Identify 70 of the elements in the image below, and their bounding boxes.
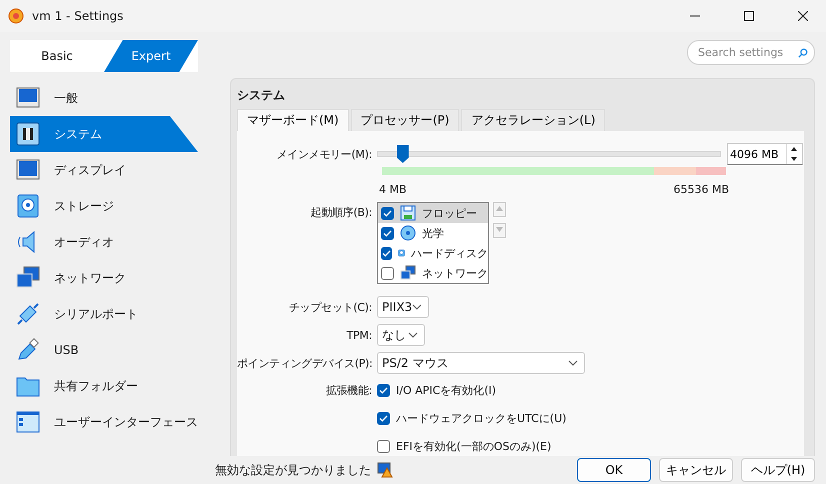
boot-order-label: 起動順序(B): [310, 205, 373, 220]
sidebar-item[interactable]: シリアルポート [10, 296, 220, 332]
mode-tab[interactable]: Basic [10, 40, 104, 72]
tab[interactable]: アクセラレーション(L) [461, 109, 606, 131]
sidebar-item[interactable]: 一般 [10, 80, 220, 116]
checkbox[interactable] [377, 440, 390, 452]
up-arrow-icon [496, 206, 503, 211]
tpm-dropdown[interactable]: なし [377, 324, 425, 346]
chevron-down-icon [412, 304, 422, 310]
dialog-button[interactable]: OK [577, 458, 651, 482]
network-icon [400, 265, 416, 281]
network-icon [16, 266, 40, 290]
chipset-dropdown[interactable]: PIIX3 [377, 296, 429, 318]
checkbox-label: I/O APICを有効化(I) [396, 382, 496, 398]
sidebar-item[interactable]: 共有フォルダー [10, 368, 220, 404]
monitor-icon [16, 158, 40, 182]
floppy-icon [400, 205, 416, 221]
boot-item[interactable]: フロッピー [378, 203, 488, 223]
extended-features-label: 拡張機能: [324, 382, 373, 398]
sidebar-item[interactable]: USB [10, 332, 220, 368]
mode-tab[interactable]: Expert [104, 40, 198, 72]
chevron-down-icon [568, 360, 578, 366]
checkbox[interactable] [381, 266, 394, 280]
search-input[interactable]: Search settings [698, 46, 798, 59]
sidebar-item[interactable]: システム [10, 116, 198, 152]
checkbox[interactable] [377, 412, 390, 424]
memory-spinbox[interactable]: 4096 MB [727, 143, 803, 165]
sidebar-item[interactable]: ネットワーク [10, 260, 220, 296]
search-field[interactable]: Search settings [687, 40, 815, 65]
checkbox[interactable] [381, 246, 392, 260]
window-title: vm 1 - Settings [32, 9, 124, 23]
search-icon [798, 46, 808, 58]
monitor-icon [16, 86, 40, 110]
chevron-down-icon [408, 332, 418, 338]
down-arrow-icon [496, 227, 503, 232]
dialog-button[interactable]: ヘルプ(H) [741, 458, 815, 482]
serial-port-icon [16, 302, 40, 326]
usb-icon [16, 338, 40, 362]
memory-input[interactable]: 4096 MB [728, 146, 786, 162]
warning-icon [377, 462, 393, 478]
max-label: 65536 MB [673, 183, 729, 196]
up-arrow-icon [791, 147, 797, 151]
pointing-device-dropdown[interactable]: PS/2 マウス [377, 352, 585, 374]
memory-slider[interactable] [377, 145, 721, 163]
sidebar-item[interactable]: オーディオ [10, 224, 220, 260]
tpm-label: TPM: [346, 328, 373, 342]
disc-icon [400, 225, 416, 241]
chipset-label: チップセット(C): [288, 300, 373, 314]
min-label: 4 MB [379, 183, 407, 196]
window-icon [16, 410, 40, 434]
checkbox-label: EFIを有効化(一部のOSのみ)(E) [396, 438, 552, 454]
memory-label: メインメモリー(M): [276, 146, 373, 162]
section-title: システム [237, 87, 286, 104]
sidebar-item[interactable]: ディスプレイ [10, 152, 220, 188]
checkbox[interactable] [381, 226, 394, 240]
sidebar-item[interactable]: ユーザーインターフェース [10, 404, 220, 440]
status-message: 無効な設定が見つかりました [215, 462, 371, 478]
checkbox[interactable] [381, 206, 394, 220]
close-icon [798, 11, 808, 21]
slider-thumb[interactable] [396, 145, 409, 163]
boot-item[interactable]: ネットワーク [378, 263, 488, 283]
pointing-device-label: ポインティングデバイス(P): [237, 356, 374, 370]
sidebar-item[interactable]: ストレージ [10, 188, 220, 224]
maximize-icon [744, 11, 754, 21]
checkbox-label: ハードウェアクロックをUTCに(U) [396, 410, 566, 426]
tab[interactable]: マザーボード(M) [237, 109, 349, 131]
tab[interactable]: プロセッサー(P) [350, 109, 460, 131]
dialog-button[interactable]: キャンセル [659, 458, 733, 482]
down-arrow-icon [791, 157, 797, 161]
checkbox[interactable] [377, 384, 390, 396]
